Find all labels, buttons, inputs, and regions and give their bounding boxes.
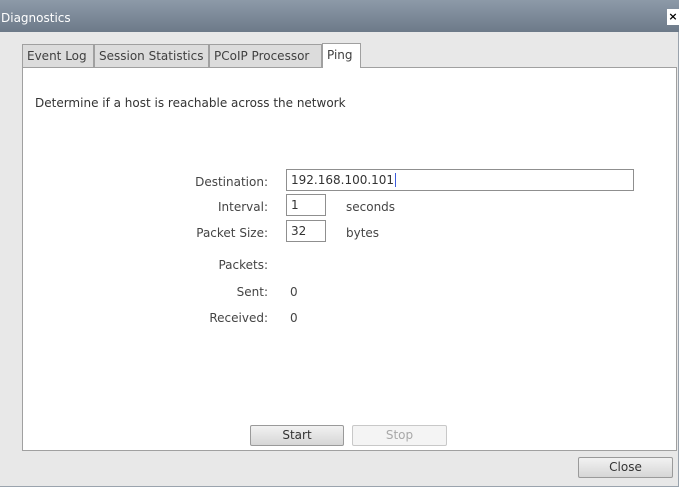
sent-label: Sent: — [236, 285, 268, 299]
received-label: Received: — [209, 311, 268, 325]
text-cursor — [395, 173, 397, 187]
start-button[interactable]: Start — [250, 425, 344, 446]
received-value: 0 — [290, 311, 298, 325]
tab-session-statistics[interactable]: Session Statistics — [94, 44, 209, 67]
stop-button[interactable]: Stop — [352, 425, 447, 446]
tab-ping[interactable]: Ping — [322, 43, 361, 68]
sent-value: 0 — [290, 285, 298, 299]
destination-input[interactable]: 192.168.100.101 — [286, 169, 634, 191]
interval-label: Interval: — [218, 200, 268, 214]
ping-description: Determine if a host is reachable across … — [35, 96, 346, 110]
tab-event-log[interactable]: Event Log — [22, 44, 94, 67]
interval-unit: seconds — [346, 200, 396, 214]
packet-size-unit: bytes — [346, 226, 380, 240]
destination-value: 192.168.100.101 — [291, 173, 395, 187]
destination-label: Destination: — [195, 175, 268, 189]
tab-pcoip-processor[interactable]: PCoIP Processor — [209, 44, 322, 67]
packet-size-input[interactable]: 32 — [286, 220, 326, 242]
diagnostics-window: Diagnostics × Event Log Session Statisti… — [0, 0, 679, 487]
packets-label: Packets: — [218, 258, 268, 272]
window-title: Diagnostics — [1, 11, 71, 25]
packet-size-label: Packet Size: — [196, 226, 268, 240]
interval-input[interactable]: 1 — [286, 194, 326, 216]
title-bar: Diagnostics × — [0, 0, 679, 32]
close-icon[interactable]: × — [667, 9, 679, 25]
close-button[interactable]: Close — [578, 457, 673, 478]
